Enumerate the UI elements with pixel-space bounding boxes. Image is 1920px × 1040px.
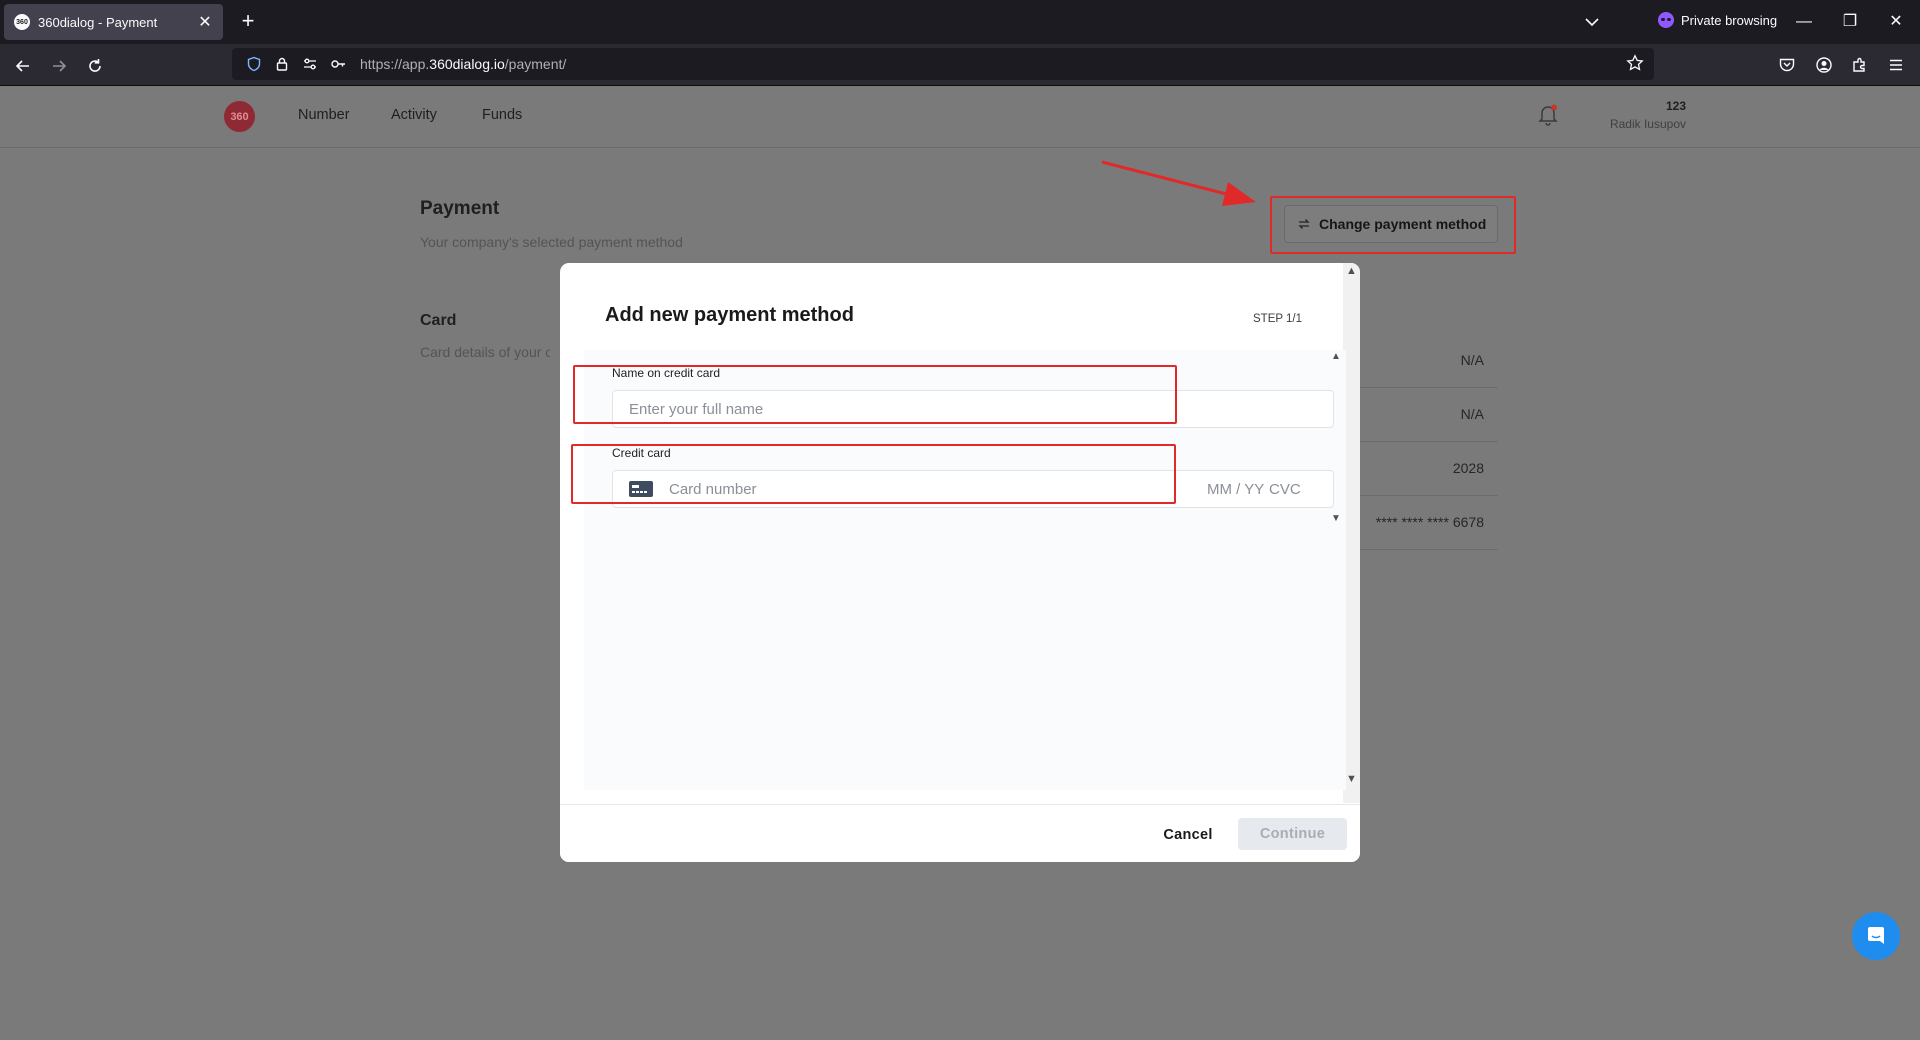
scroll-down-icon[interactable]: ▼ — [1331, 513, 1341, 524]
browser-nav-bar: https://app.360dialog.io/payment/ — [0, 44, 1920, 86]
nav-funds[interactable]: Funds — [482, 107, 522, 123]
page-subtitle: Your company's selected payment method — [420, 234, 683, 250]
highlight-box-change-button — [1270, 196, 1516, 254]
lock-icon[interactable] — [272, 54, 292, 74]
user-name: Radik Iusupov — [1609, 117, 1686, 131]
arrow-left-icon — [15, 60, 29, 72]
extensions-button[interactable] — [1848, 53, 1872, 77]
annotation-arrow-icon — [1101, 160, 1256, 206]
tab-close-icon[interactable]: ✕ — [197, 12, 213, 32]
menu-button[interactable] — [1884, 53, 1908, 77]
nav-number[interactable]: Number — [298, 107, 350, 123]
nav-activity[interactable]: Activity — [391, 107, 437, 123]
url-bar[interactable]: https://app.360dialog.io/payment/ — [232, 48, 1654, 80]
chevron-down-icon — [1585, 18, 1599, 27]
list-all-tabs-button[interactable] — [1580, 12, 1604, 32]
browser-tab-active[interactable]: 360 360dialog - Payment ✕ — [4, 4, 223, 40]
puzzle-icon — [1853, 57, 1865, 72]
reload-icon — [89, 59, 101, 72]
window-close-button[interactable]: ✕ — [1884, 10, 1908, 34]
scroll-up-icon[interactable]: ▲ — [1331, 351, 1341, 362]
arrow-right-icon — [53, 60, 67, 72]
tab-title: 360dialog - Payment — [38, 14, 158, 30]
window-minimize-button[interactable]: — — [1792, 10, 1816, 34]
url-text: https://app.360dialog.io/payment/ — [360, 56, 567, 72]
hamburger-menu-icon — [1890, 59, 1902, 71]
user-menu[interactable]: 123 Radik Iusupov — [1600, 99, 1686, 131]
private-mask-icon — [1658, 12, 1674, 28]
account-icon — [1816, 57, 1832, 73]
card-section-title: Card — [420, 312, 457, 329]
card-cvc-placeholder: CVC — [1269, 480, 1301, 498]
chat-support-button[interactable] — [1852, 912, 1900, 960]
private-browsing-indicator: Private browsing — [1658, 12, 1777, 28]
key-icon[interactable] — [328, 54, 348, 74]
reload-button[interactable] — [82, 53, 108, 79]
highlight-box-card-field — [571, 444, 1176, 504]
tracking-shield-icon[interactable] — [244, 54, 264, 74]
user-id: 123 — [1665, 99, 1686, 113]
card-expiry-placeholder: MM / YY — [1207, 480, 1265, 498]
360dialog-logo[interactable]: 360 — [224, 101, 255, 132]
forward-button[interactable] — [46, 53, 72, 79]
page-title: Payment — [420, 198, 500, 219]
app-header: 360 Number Activity Funds 123 Radik Iusu… — [0, 86, 1920, 148]
bookmark-star-icon[interactable] — [1626, 54, 1644, 77]
modal-title: Add new payment method — [605, 304, 854, 326]
private-browsing-label: Private browsing — [1681, 12, 1778, 28]
back-button[interactable] — [10, 53, 36, 79]
add-payment-method-modal: Add new payment method STEP 1/1 ▲ ▼ ▲ ▼ … — [560, 263, 1360, 862]
bell-icon — [1538, 104, 1558, 126]
chat-icon — [1868, 927, 1884, 944]
pocket-icon — [1779, 58, 1795, 72]
permissions-icon[interactable] — [300, 54, 320, 74]
modal-step-indicator: STEP 1/1 — [1253, 313, 1303, 325]
site-favicon-icon: 360 — [14, 14, 30, 30]
pocket-button[interactable] — [1775, 53, 1799, 77]
cancel-button[interactable]: Cancel — [1150, 819, 1226, 851]
notifications-button[interactable] — [1537, 103, 1559, 132]
continue-button[interactable]: Continue — [1238, 818, 1347, 850]
modal-footer: Cancel Continue — [560, 804, 1360, 862]
card-section-subtitle: Card details of your company — [420, 344, 550, 360]
scroll-down-icon[interactable]: ▼ — [1346, 773, 1357, 785]
account-button[interactable] — [1812, 53, 1836, 77]
highlight-box-name-field — [573, 365, 1177, 424]
scroll-up-icon[interactable]: ▲ — [1346, 265, 1357, 277]
browser-tab-strip: 360 360dialog - Payment ✕ + Private brow… — [0, 0, 1920, 44]
new-tab-button[interactable]: + — [236, 10, 260, 34]
window-restore-button[interactable]: ❐ — [1838, 10, 1862, 34]
